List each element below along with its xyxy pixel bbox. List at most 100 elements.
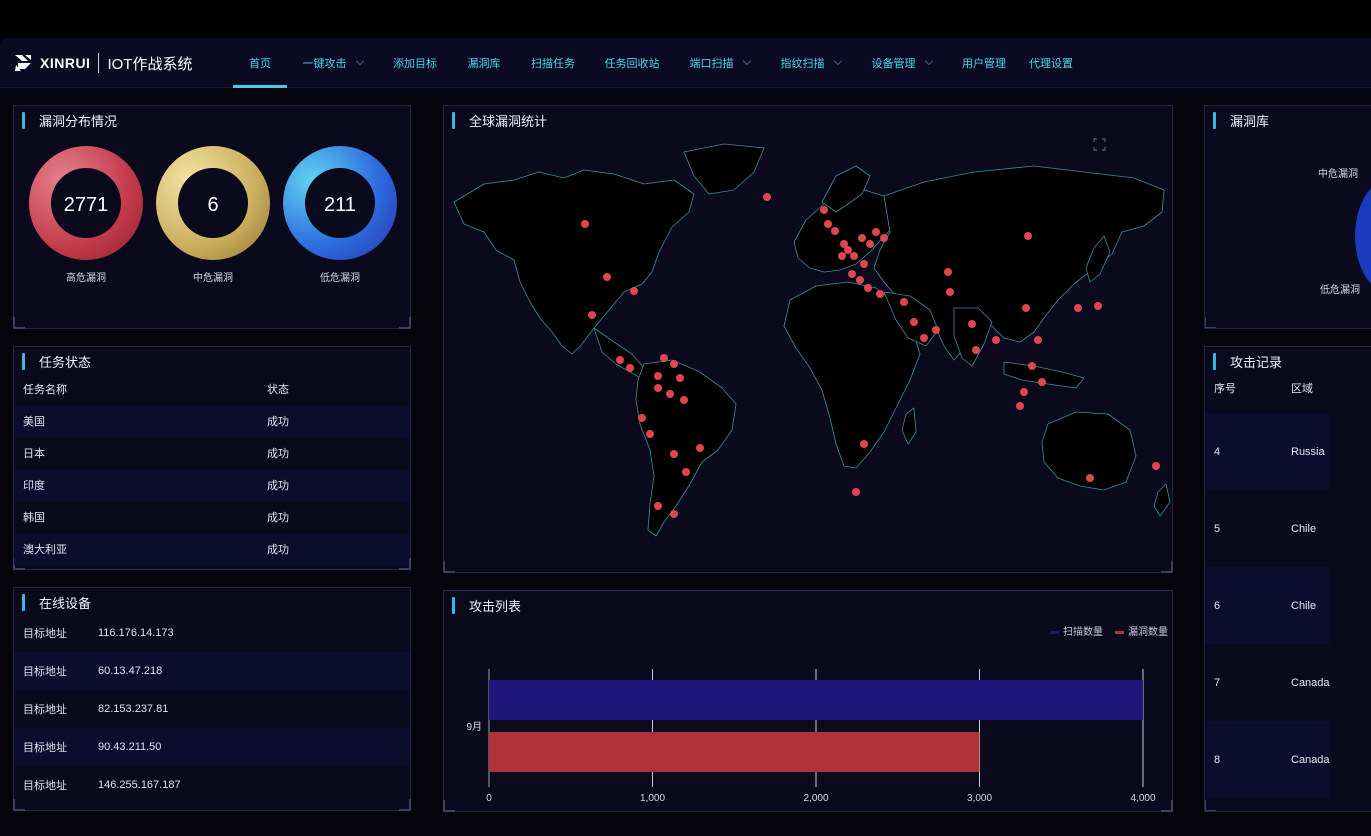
map-marker[interactable] (1152, 462, 1160, 470)
map-marker[interactable] (654, 384, 662, 392)
map-marker[interactable] (864, 284, 872, 292)
table-row[interactable]: 澳大利亚 成功 (14, 533, 410, 565)
map-marker[interactable] (682, 468, 690, 476)
map-marker[interactable] (860, 440, 868, 448)
map-marker[interactable] (972, 346, 980, 354)
table-row[interactable]: 美国 成功 (14, 405, 410, 437)
map-marker[interactable] (872, 228, 880, 236)
table-row[interactable]: 4 Russia (1205, 413, 1330, 490)
nav-item-9[interactable]: 用户管理 (947, 38, 1021, 88)
map-marker[interactable] (1028, 362, 1036, 370)
map-marker[interactable] (1016, 402, 1024, 410)
col-task-name: 任务名称 (23, 384, 67, 396)
table-row[interactable]: 5 Chile (1205, 490, 1330, 567)
map-marker[interactable] (763, 193, 771, 201)
map-marker[interactable] (910, 318, 918, 326)
global-map-title: 全球漏洞统计 (469, 113, 548, 129)
map-marker[interactable] (1022, 304, 1030, 312)
map-marker[interactable] (1038, 378, 1046, 386)
map-marker[interactable] (670, 360, 678, 368)
list-item[interactable]: 目标地址 116.176.14.173 (14, 614, 410, 652)
nav-item-2[interactable]: 添加目标 (378, 38, 452, 88)
map-marker[interactable] (866, 240, 874, 248)
attack-bar-chart: 0 1,000 2,000 3,000 4,000 9月 (466, 669, 1156, 804)
table-row[interactable]: 6 Chile (1205, 567, 1330, 644)
list-item[interactable]: 目标地址 90.43.211.50 (14, 728, 410, 766)
map-marker[interactable] (932, 326, 940, 334)
nav-item-0[interactable]: 首页 (233, 38, 287, 88)
map-marker[interactable] (856, 276, 864, 284)
map-marker[interactable] (850, 252, 858, 260)
map-marker[interactable] (900, 298, 908, 306)
nav-item-8[interactable]: 设备管理 (856, 38, 947, 88)
map-marker[interactable] (992, 336, 1000, 344)
nav-item-1[interactable]: 一键攻击 (287, 38, 378, 88)
map-marker[interactable] (638, 414, 646, 422)
map-marker[interactable] (876, 290, 884, 298)
nav-item-6[interactable]: 端口扫描 (674, 38, 765, 88)
map-marker[interactable] (852, 488, 860, 496)
panel-title: 漏洞库 (1213, 108, 1269, 132)
nav-item-5[interactable]: 任务回收站 (590, 38, 674, 88)
map-marker[interactable] (630, 287, 638, 295)
map-marker[interactable] (588, 311, 596, 319)
map-marker[interactable] (838, 252, 846, 260)
nav-item-4[interactable]: 扫描任务 (516, 38, 590, 88)
map-marker[interactable] (680, 396, 688, 404)
map-marker[interactable] (1024, 232, 1032, 240)
table-row[interactable]: 韩国 成功 (14, 501, 410, 533)
bar-vuln[interactable] (489, 732, 980, 772)
table-row[interactable]: 7 Canada (1205, 644, 1330, 721)
task-name-cell: 美国 (14, 405, 267, 437)
low-count: 211 (324, 194, 356, 216)
panel-title: 攻击记录 (1213, 349, 1282, 373)
map-marker[interactable] (670, 510, 678, 518)
map-marker[interactable] (666, 390, 674, 398)
map-marker[interactable] (696, 444, 704, 452)
map-marker[interactable] (860, 260, 868, 268)
donut-low: 211 低危漏洞 (282, 146, 398, 284)
list-item[interactable]: 目标地址 82.153.237.81 (14, 690, 410, 728)
task-status-cell: 成功 (267, 405, 410, 437)
nav-item-10[interactable]: 代理设置 (1021, 38, 1081, 88)
map-marker[interactable] (824, 220, 832, 228)
map-marker[interactable] (858, 234, 866, 242)
table-row[interactable]: 8 Canada (1205, 721, 1330, 798)
map-marker[interactable] (844, 246, 852, 254)
map-marker[interactable] (968, 320, 976, 328)
map-marker[interactable] (1086, 474, 1094, 482)
map-marker[interactable] (944, 268, 952, 276)
map-marker[interactable] (660, 354, 668, 362)
map-marker[interactable] (654, 372, 662, 380)
map-marker[interactable] (670, 450, 678, 458)
map-marker[interactable] (581, 220, 589, 228)
bar-scan[interactable] (489, 680, 1143, 720)
map-marker[interactable] (880, 234, 888, 242)
map-marker[interactable] (1094, 302, 1102, 310)
list-item[interactable]: 目标地址 60.13.47.218 (14, 652, 410, 690)
map-marker[interactable] (616, 356, 624, 364)
chevron-down-icon (355, 56, 364, 66)
map-marker[interactable] (848, 270, 856, 278)
nav-item-label: 漏洞库 (467, 58, 501, 70)
map-marker[interactable] (603, 273, 611, 281)
nav-item-7[interactable]: 指纹扫描 (765, 38, 856, 88)
map-marker[interactable] (831, 227, 839, 235)
list-item[interactable]: 目标地址 146.255.167.187 (14, 766, 410, 804)
map-marker[interactable] (1074, 304, 1082, 312)
map-marker[interactable] (1034, 336, 1042, 344)
record-region: Canada (1291, 753, 1330, 766)
map-marker[interactable] (946, 288, 954, 296)
map-marker[interactable] (646, 430, 654, 438)
map-marker[interactable] (1020, 388, 1028, 396)
map-marker[interactable] (676, 374, 684, 382)
map-marker[interactable] (654, 502, 662, 510)
map-marker[interactable] (820, 206, 828, 214)
map-marker[interactable] (626, 364, 634, 372)
table-row[interactable]: 印度 成功 (14, 469, 410, 501)
map-marker[interactable] (920, 334, 928, 342)
brand-word: XINRUI (40, 55, 91, 71)
nav-item-3[interactable]: 漏洞库 (452, 38, 516, 88)
table-row[interactable]: 日本 成功 (14, 437, 410, 469)
mid-count: 6 (207, 194, 219, 216)
